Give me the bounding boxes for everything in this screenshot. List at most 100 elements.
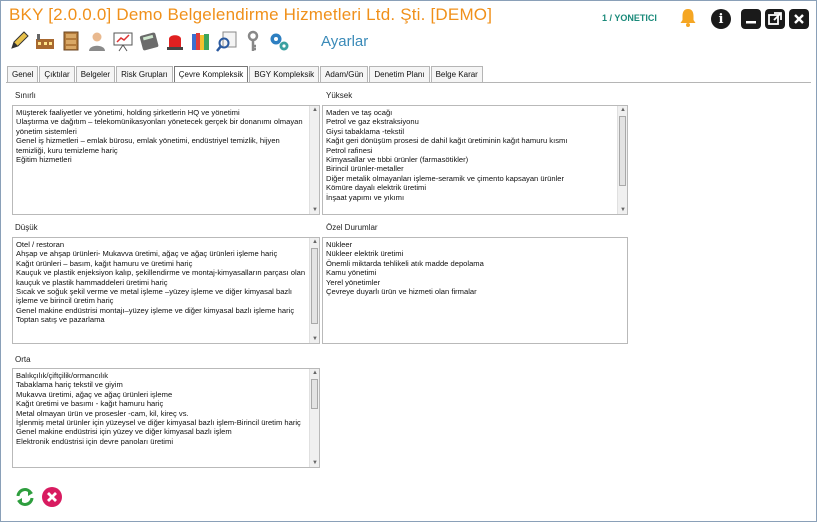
alarm-light-icon[interactable] (163, 29, 186, 53)
scroll-down-icon[interactable]: ▼ (310, 335, 320, 343)
list-item[interactable]: Petrol rafinesi (326, 146, 615, 155)
group-label-sinirli: Sınırlı (15, 91, 36, 100)
scrollbar[interactable]: ▲ ▼ (309, 106, 319, 214)
list-item[interactable]: Önemli miktarda tehlikeli atık madde dep… (326, 259, 615, 268)
scroll-down-icon[interactable]: ▼ (618, 206, 628, 214)
tab-cevre-kompleksitesi[interactable]: Çevre Kompleksik (173, 66, 249, 83)
list-item[interactable]: Ahşap ve ahşap ürünleri- Mukavva üretimi… (16, 249, 307, 258)
list-orta[interactable]: Balıkçılık/çiftçilik/ormancılık Tabaklama… (12, 368, 320, 468)
group-label-dusuk: Düşük (15, 223, 38, 232)
list-item[interactable]: Genel iş hizmetleri – emlak bürosu, emla… (16, 136, 307, 155)
minimize-button[interactable] (741, 9, 761, 29)
list-item[interactable]: Nükleer elektrik üretimi (326, 249, 615, 258)
current-user[interactable]: 1 / YONETICI (602, 13, 657, 23)
tab-bgy-kompleksik[interactable]: BGY Kompleksik (249, 66, 320, 82)
calculator-icon[interactable] (137, 29, 160, 53)
refresh-button[interactable] (14, 486, 36, 508)
scroll-thumb[interactable] (311, 379, 318, 409)
list-dusuk[interactable]: Otel / restoran Ahşap ve ahşap ürünleri- … (12, 237, 320, 344)
scroll-thumb[interactable] (311, 248, 318, 324)
list-item[interactable]: Giysi tabaklama -tekstil (326, 127, 615, 136)
refresh-icon (16, 488, 34, 506)
list-item[interactable]: Metal olmayan ürün ve prosesler -cam, ki… (16, 409, 307, 418)
list-item[interactable]: İşlenmiş metal ürünler için yüzeysel ve … (16, 418, 307, 427)
list-item[interactable]: Balıkçılık/çiftçilik/ormancılık (16, 371, 307, 380)
list-item[interactable]: İnşaat yapımı ve yıkımı (326, 193, 615, 202)
group-label-ozel-durumlar: Özel Durumlar (326, 223, 378, 232)
list-item[interactable]: Müşterek faaliyetler ve yönetimi, holdin… (16, 108, 307, 117)
list-item[interactable]: Ulaştırma ve dağıtım – telekomünikasyonl… (16, 117, 307, 136)
scroll-up-icon[interactable]: ▲ (618, 106, 628, 114)
list-item[interactable]: Mukavva üretimi, ağaç ve ağaç ürünleri i… (16, 390, 307, 399)
scrollbar[interactable]: ▲ ▼ (309, 238, 319, 343)
app-title: BKY [2.0.0.0] Demo Belgelendirme Hizmetl… (9, 5, 493, 24)
list-item[interactable]: Otel / restoran (16, 240, 307, 249)
books-icon[interactable] (189, 29, 212, 53)
list-item[interactable]: Kağıt ürünleri – basım, kağıt hamuru ve … (16, 259, 307, 268)
scroll-up-icon[interactable]: ▲ (310, 369, 320, 377)
list-item[interactable]: Eğitim hizmetleri (16, 155, 307, 164)
list-sinirli[interactable]: Müşterek faaliyetler ve yönetimi, holdin… (12, 105, 320, 215)
bell-icon[interactable] (679, 8, 697, 28)
list-item[interactable]: Çevreye duyarlı ürün ve hizmeti olan fir… (326, 287, 615, 296)
cancel-button[interactable] (41, 486, 63, 508)
list-item[interactable]: Kimyasallar ve tıbbi ürünler (farmasötik… (326, 155, 615, 164)
group-label-orta: Orta (15, 355, 31, 364)
list-item[interactable]: Petrol ve gaz ekstraksiyonu (326, 117, 615, 126)
user-icon[interactable] (85, 29, 108, 53)
scroll-down-icon[interactable]: ▼ (310, 459, 320, 467)
tab-ciktilar[interactable]: Çıktılar (39, 66, 75, 82)
maximize-button[interactable] (765, 9, 785, 29)
list-item[interactable]: Tabaklama hariç tekstil ve giyim (16, 380, 307, 389)
scroll-up-icon[interactable]: ▲ (310, 238, 320, 246)
pen-icon[interactable] (7, 29, 30, 53)
tab-bar: Genel Çıktılar Belgeler Risk Grupları Çe… (7, 66, 484, 83)
list-item[interactable]: Genel makine endüstrisi için yüzey ve di… (16, 427, 307, 436)
search-doc-icon[interactable] (215, 29, 238, 53)
list-item[interactable]: Nükleer (326, 240, 615, 249)
list-item[interactable]: Maden ve taş ocağı (326, 108, 615, 117)
cancel-icon (42, 487, 62, 507)
info-icon[interactable]: i (711, 9, 731, 29)
group-label-yuksek: Yüksek (326, 91, 353, 100)
list-item[interactable]: Kağıt geri dönüşüm prosesi de dahil kağı… (326, 136, 615, 145)
list-item[interactable]: Toptan satış ve pazarlama (16, 315, 307, 324)
close-button[interactable] (789, 9, 809, 29)
list-item[interactable]: Genel makine endüstrisi montajı–yüzey iş… (16, 306, 307, 315)
list-items: Maden ve taş ocağı Petrol ve gaz ekstraks… (326, 108, 615, 212)
list-item[interactable]: Kauçuk ve plastik enjeksiyon kalıp, şeki… (16, 268, 307, 287)
app-window: BKY [2.0.0.0] Demo Belgelendirme Hizmetl… (0, 0, 817, 522)
scroll-down-icon[interactable]: ▼ (310, 206, 320, 214)
list-item[interactable]: Kamu yönetimi (326, 268, 615, 277)
cabinet-icon[interactable] (59, 29, 82, 53)
tab-belgeler[interactable]: Belgeler (75, 66, 116, 82)
list-ozel-durumlar[interactable]: Nükleer Nükleer elektrik üretimi Önemli mi… (322, 237, 628, 344)
gears-icon[interactable] (267, 29, 290, 53)
tab-denetim-plani[interactable]: Denetim Planı (369, 66, 430, 82)
factory-icon[interactable] (33, 29, 56, 53)
tab-belge-karar[interactable]: Belge Karar (430, 66, 483, 82)
list-item[interactable]: Diğer metalik olmayanları işleme-seramik… (326, 174, 615, 183)
list-item[interactable]: Sıcak ve soğuk şekil verme ve metal işle… (16, 287, 307, 306)
tab-panel: Sınırlı Müşterek faaliyetler ve yönetimi… (6, 82, 811, 521)
scroll-thumb[interactable] (619, 116, 626, 186)
scrollbar[interactable]: ▲ ▼ (309, 369, 319, 467)
title-bar: BKY [2.0.0.0] Demo Belgelendirme Hizmetl… (1, 1, 816, 63)
scrollbar[interactable]: ▲ ▼ (617, 106, 627, 214)
tab-genel[interactable]: Genel (7, 66, 39, 82)
scroll-up-icon[interactable]: ▲ (310, 106, 320, 114)
list-item[interactable]: Kömüre dayalı elektrik üretimi (326, 183, 615, 192)
tab-risk-gruplari[interactable]: Risk Grupları (116, 66, 173, 82)
list-item[interactable]: Kağıt üretimi ve basımı - kağıt hamuru h… (16, 399, 307, 408)
tab-adam-gun[interactable]: Adam/Gün (320, 66, 369, 82)
list-item[interactable]: Yerel yönetimler (326, 278, 615, 287)
section-title: Ayarlar (321, 33, 369, 50)
key-icon[interactable] (241, 29, 264, 53)
main-toolbar (7, 27, 293, 55)
list-items: Otel / restoran Ahşap ve ahşap ürünleri- … (16, 240, 307, 341)
list-yuksek[interactable]: Maden ve taş ocağı Petrol ve gaz ekstraks… (322, 105, 628, 215)
presentation-icon[interactable] (111, 29, 134, 53)
list-items: Balıkçılık/çiftçilik/ormancılık Tabaklama… (16, 371, 307, 465)
list-item[interactable]: Elektronik endüstrisi için devre panolar… (16, 437, 307, 446)
list-item[interactable]: Birincil ürünler-metaller (326, 164, 615, 173)
